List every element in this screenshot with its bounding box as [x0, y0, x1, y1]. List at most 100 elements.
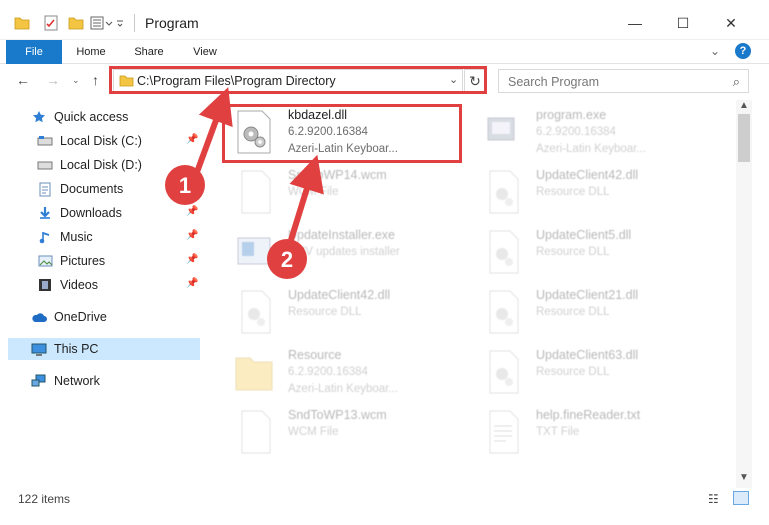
sidebar-item-onedrive[interactable]: OneDrive	[30, 306, 230, 328]
pin-icon[interactable]: 📌	[186, 182, 198, 193]
pin-icon[interactable]: 📌	[186, 254, 198, 265]
vertical-scrollbar[interactable]: ▲ ▼	[736, 100, 752, 488]
file-name: UpdateClient42.dll	[536, 168, 639, 182]
sidebar-item-documents[interactable]: Documents 📌	[36, 178, 200, 200]
file-name: UpdateClient5.dll	[536, 228, 632, 242]
file-description: Azeri-Latin Keyboar...	[536, 143, 646, 155]
tab-share[interactable]: Share	[124, 40, 174, 64]
sidebar-item-this-pc[interactable]: This PC	[8, 338, 200, 360]
close-button[interactable]: ✕	[708, 10, 754, 36]
sidebar-item-label: Videos	[60, 278, 98, 292]
file-icon	[234, 410, 278, 456]
file-type: Resource DLL	[536, 306, 610, 318]
sidebar-item-quick-access[interactable]: Quick access	[30, 106, 230, 128]
address-highlight-box	[109, 66, 487, 94]
file-tile-sndtowp14-wcm[interactable]: SndToWP14.wcm WCM File	[224, 164, 464, 220]
file-type: WCM File	[288, 186, 339, 198]
tab-home[interactable]: Home	[66, 40, 116, 64]
status-bar: 122 items ☷	[0, 488, 769, 510]
file-name: program.exe	[536, 108, 607, 122]
file-tile-sndtowp13-wcm[interactable]: SndToWP13.wcm WCM File	[224, 404, 464, 460]
file-tile-resource-folder[interactable]: Resource 6.2.9200.16384 Azeri-Latin Keyb…	[224, 344, 464, 400]
sidebar-item-music[interactable]: Music 📌	[36, 226, 200, 248]
details-view-icon[interactable]: ☷	[708, 492, 719, 506]
tab-file[interactable]: File	[6, 40, 62, 64]
file-name: help.fineReader.txt	[536, 408, 641, 422]
customize-toolbar-icon[interactable]	[90, 14, 126, 32]
file-version: 6.2.9200.16384	[536, 126, 616, 138]
file-tile-updateclient5-dll[interactable]: UpdateClient5.dll Resource DLL	[472, 224, 712, 280]
file-description: SMV updates installer	[288, 246, 400, 258]
pin-icon[interactable]: 📌	[186, 206, 198, 217]
sidebar-item-label: Downloads	[60, 206, 122, 220]
large-icons-view-icon[interactable]	[733, 491, 749, 505]
sidebar-item-downloads[interactable]: Downloads 📌	[36, 202, 200, 224]
file-tile-updateclient63-dll[interactable]: UpdateClient63.dll Resource DLL	[472, 344, 712, 400]
forward-arrow-icon[interactable]: →	[46, 72, 60, 88]
file-type: Resource DLL	[288, 306, 362, 318]
installer-icon	[234, 230, 278, 276]
back-arrow-icon[interactable]: ←	[16, 72, 30, 88]
file-tile-updateclient42-dll[interactable]: UpdateClient42.dll Resource DLL	[472, 164, 712, 220]
star-icon	[30, 109, 48, 125]
file-type: Resource DLL	[536, 246, 610, 258]
file-name: UpdateClient42.dll	[288, 288, 391, 302]
pin-icon[interactable]: 📌	[186, 278, 198, 289]
text-file-icon	[482, 410, 526, 456]
sidebar-item-label: Network	[54, 374, 100, 388]
exe-icon	[482, 110, 526, 156]
folder-icon	[234, 350, 278, 396]
title-bar: Program — ☐ ✕	[0, 0, 769, 40]
minimize-button[interactable]: —	[612, 10, 658, 36]
pin-icon[interactable]: 📌	[186, 230, 198, 241]
recent-locations-icon[interactable]: ⌄	[72, 75, 80, 86]
maximize-button[interactable]: ☐	[660, 10, 706, 36]
sidebar-item-label: Local Disk (D:)	[60, 158, 142, 172]
file-name: UpdateInstaller.exe	[288, 228, 396, 242]
search-input[interactable]: Search Program	[508, 75, 599, 89]
search-icon[interactable]: ⌕	[733, 74, 740, 90]
properties-icon[interactable]	[44, 14, 58, 32]
scroll-thumb[interactable]	[738, 114, 750, 162]
cloud-icon	[30, 309, 48, 325]
search-box[interactable]: Search Program ⌕	[498, 69, 749, 93]
window-title: Program	[145, 15, 199, 31]
sidebar-item-label: Local Disk (C:)	[60, 134, 142, 148]
dll-icon	[482, 290, 526, 336]
up-arrow-icon[interactable]: ↑	[92, 72, 99, 88]
file-tile-updateclient21-dll[interactable]: UpdateClient21.dll Resource DLL	[472, 284, 712, 340]
file-name: SndToWP14.wcm	[288, 168, 387, 182]
file-name: SndToWP13.wcm	[288, 408, 387, 422]
file-icon	[234, 170, 278, 216]
file-type: TXT File	[536, 426, 580, 438]
folder-icon[interactable]	[14, 14, 30, 32]
item-count: 122 items	[18, 492, 71, 506]
tab-view[interactable]: View	[182, 40, 228, 64]
file-tile-program-exe[interactable]: program.exe 6.2.9200.16384 Azeri-Latin K…	[472, 104, 712, 160]
sidebar-item-network[interactable]: Network	[30, 370, 230, 392]
new-folder-icon[interactable]	[68, 14, 84, 32]
help-icon[interactable]: ?	[735, 43, 751, 59]
dll-icon	[482, 230, 526, 276]
sidebar-item-label: Music	[60, 230, 93, 244]
sidebar-item-local-disk-d[interactable]: Local Disk (D:)	[36, 154, 200, 176]
expand-ribbon-icon[interactable]: ⌄	[710, 44, 720, 58]
navigation-pane: Quick access Local Disk (C:) 📌 Local Dis…	[0, 100, 204, 486]
document-icon	[36, 181, 54, 197]
scroll-down-icon[interactable]: ▼	[739, 472, 749, 483]
file-version: 6.2.9200.16384	[288, 366, 368, 378]
scroll-up-icon[interactable]: ▲	[739, 100, 749, 111]
file-tile-updateclient42-dll[interactable]: UpdateClient42.dll Resource DLL	[224, 284, 464, 340]
sidebar-item-videos[interactable]: Videos 📌	[36, 274, 200, 296]
file-tile-help-finereader-txt[interactable]: help.fineReader.txt TXT File	[472, 404, 712, 460]
sidebar-item-local-disk-c[interactable]: Local Disk (C:) 📌	[36, 130, 200, 152]
sidebar-item-label: Pictures	[60, 254, 106, 268]
file-type: WCM File	[288, 426, 339, 438]
download-icon	[36, 205, 54, 221]
pin-icon[interactable]: 📌	[186, 134, 198, 145]
file-type: Resource DLL	[536, 186, 610, 198]
sidebar-item-pictures[interactable]: Pictures 📌	[36, 250, 200, 272]
file-tile-updateinstaller-exe[interactable]: UpdateInstaller.exe SMV updates installe…	[224, 224, 464, 280]
pictures-icon	[36, 253, 54, 269]
sidebar-item-label: This PC	[54, 342, 99, 356]
